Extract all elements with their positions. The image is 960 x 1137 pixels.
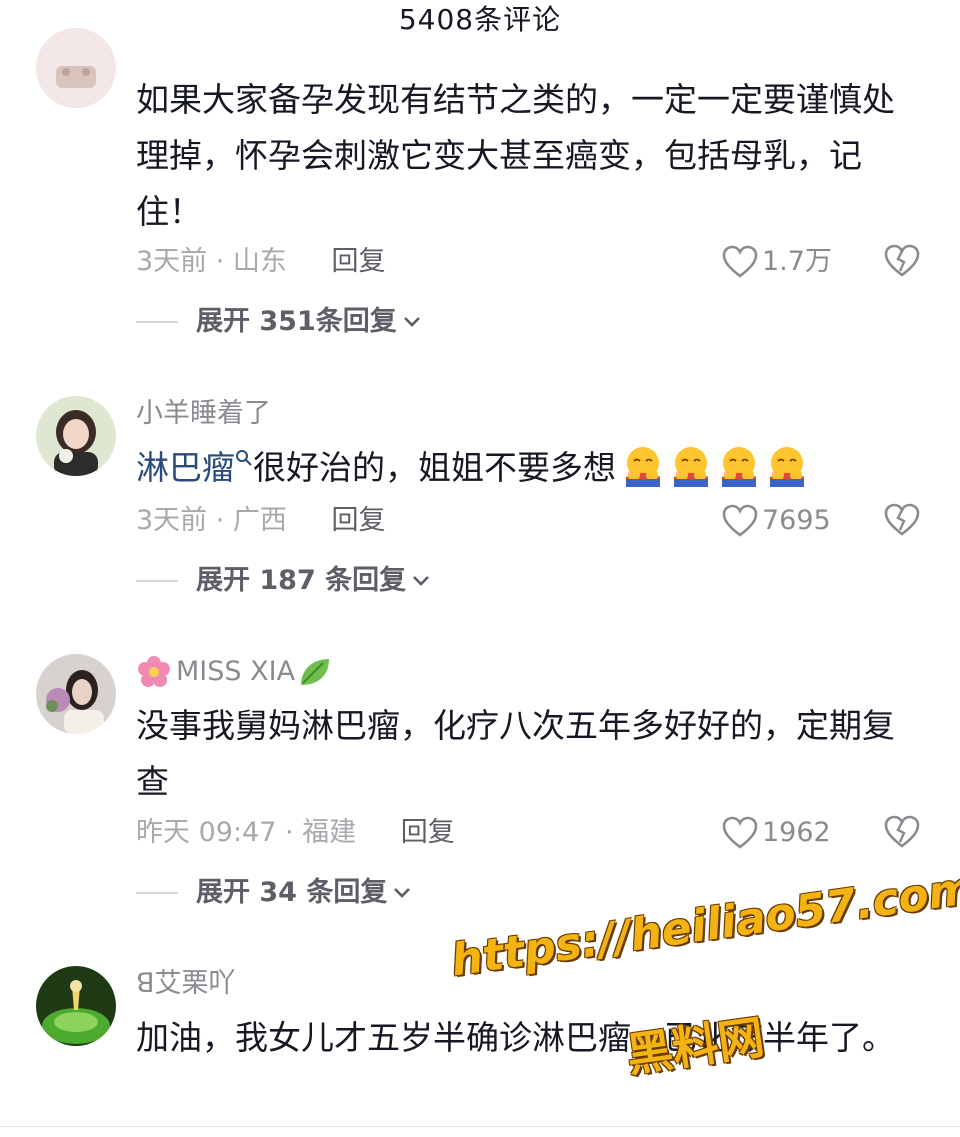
reply-button[interactable]: 回复 xyxy=(401,817,455,848)
dislike-button[interactable] xyxy=(884,815,920,853)
comment-username: MISS XIA xyxy=(176,656,296,687)
expand-replies-button[interactable]: 展开 187 条回复 xyxy=(136,563,430,599)
comment-meta: 3天前 · 广西 回复 xyxy=(136,503,386,539)
avatar[interactable] xyxy=(36,28,116,108)
expand-replies-button[interactable]: 展开 351条回复 xyxy=(136,304,421,340)
reply-button[interactable]: 回复 xyxy=(332,246,386,277)
avatar[interactable] xyxy=(36,654,116,734)
comment-text: 淋巴瘤 很好治的，姐姐不要多想 xyxy=(136,440,916,496)
comment-username: 艾栗吖 xyxy=(154,968,236,999)
chevron-down-icon xyxy=(394,888,411,898)
like-button[interactable]: 1962 xyxy=(722,815,831,851)
search-link[interactable]: 淋巴瘤 xyxy=(136,448,253,487)
like-button[interactable]: 1.7万 xyxy=(722,244,832,280)
watermark-url: https://heiliao57.com xyxy=(448,862,960,987)
comment-meta: 昨天 09:47 · 福建 回复 xyxy=(136,815,455,851)
comment-meta: 3天前 · 山东 回复 xyxy=(136,244,386,280)
comment-text: 没事我舅妈淋巴瘤，化疗八次五年多好好的，定期复查 xyxy=(136,706,895,801)
heart-icon xyxy=(722,504,758,537)
search-icon xyxy=(236,450,252,466)
dislike-button[interactable] xyxy=(884,244,920,282)
heart-icon xyxy=(722,245,758,278)
search-link-text: 淋巴瘤 xyxy=(136,448,235,487)
hugging-face-emoji-icon xyxy=(770,447,804,487)
divider xyxy=(136,321,178,323)
like-count: 1962 xyxy=(762,817,831,848)
comment-time-location: 3天前 · 广西 xyxy=(136,505,287,536)
comment-text: 加油，我女儿才五岁半确诊淋巴瘤，已化疗半年了。 xyxy=(136,1018,895,1057)
comment-username-row[interactable]: ꓭ艾栗吖 xyxy=(136,966,236,1002)
expand-replies-button[interactable]: 展开 34 条回复 xyxy=(136,875,411,911)
expand-replies-label: 展开 351条回复 xyxy=(196,306,397,337)
hugging-face-emoji-icon xyxy=(722,447,756,487)
broken-heart-icon xyxy=(884,503,920,536)
heart-icon xyxy=(722,816,758,849)
avatar[interactable] xyxy=(36,966,116,1046)
like-count: 1.7万 xyxy=(762,246,832,277)
chevron-down-icon xyxy=(413,576,430,586)
broken-heart-icon xyxy=(884,244,920,277)
expand-replies-label: 展开 187 条回复 xyxy=(196,565,407,596)
comments-count-title: 5408条评论 xyxy=(398,3,562,36)
divider xyxy=(136,892,178,894)
divider xyxy=(0,1126,960,1127)
chevron-down-icon xyxy=(403,317,420,327)
leaf-emoji-icon xyxy=(301,659,330,685)
flower-emoji-icon xyxy=(138,656,170,687)
comment-username[interactable]: 小羊睡着了 xyxy=(136,396,271,432)
broken-heart-icon xyxy=(884,815,920,848)
username-prefix-glyph: ꓭ xyxy=(136,968,155,999)
like-count: 7695 xyxy=(762,505,831,536)
expand-replies-label: 展开 34 条回复 xyxy=(196,877,388,908)
comment-time-location: 3天前 · 山东 xyxy=(136,246,287,277)
comment-text: 如果大家备孕发现有结节之类的，一定一定要谨慎处理掉，怀孕会刺激它变大甚至癌变，包… xyxy=(136,80,895,231)
comment-time-location: 昨天 09:47 · 福建 xyxy=(136,817,357,848)
divider xyxy=(136,580,178,582)
comment-text-rest: 很好治的，姐姐不要多想 xyxy=(253,448,616,487)
dislike-button[interactable] xyxy=(884,503,920,541)
comments-page: 5408条评论 如果大家备孕发现有结节之类的，一定一定要谨慎处理掉，怀孕会刺激它… xyxy=(0,0,960,1137)
comment-username-row[interactable]: MISS XIA xyxy=(136,654,331,690)
reply-button[interactable]: 回复 xyxy=(332,505,386,536)
like-button[interactable]: 7695 xyxy=(722,503,831,539)
avatar[interactable] xyxy=(36,396,116,476)
hugging-face-emoji-icon xyxy=(626,447,660,487)
hugging-face-emoji-icon xyxy=(674,447,708,487)
